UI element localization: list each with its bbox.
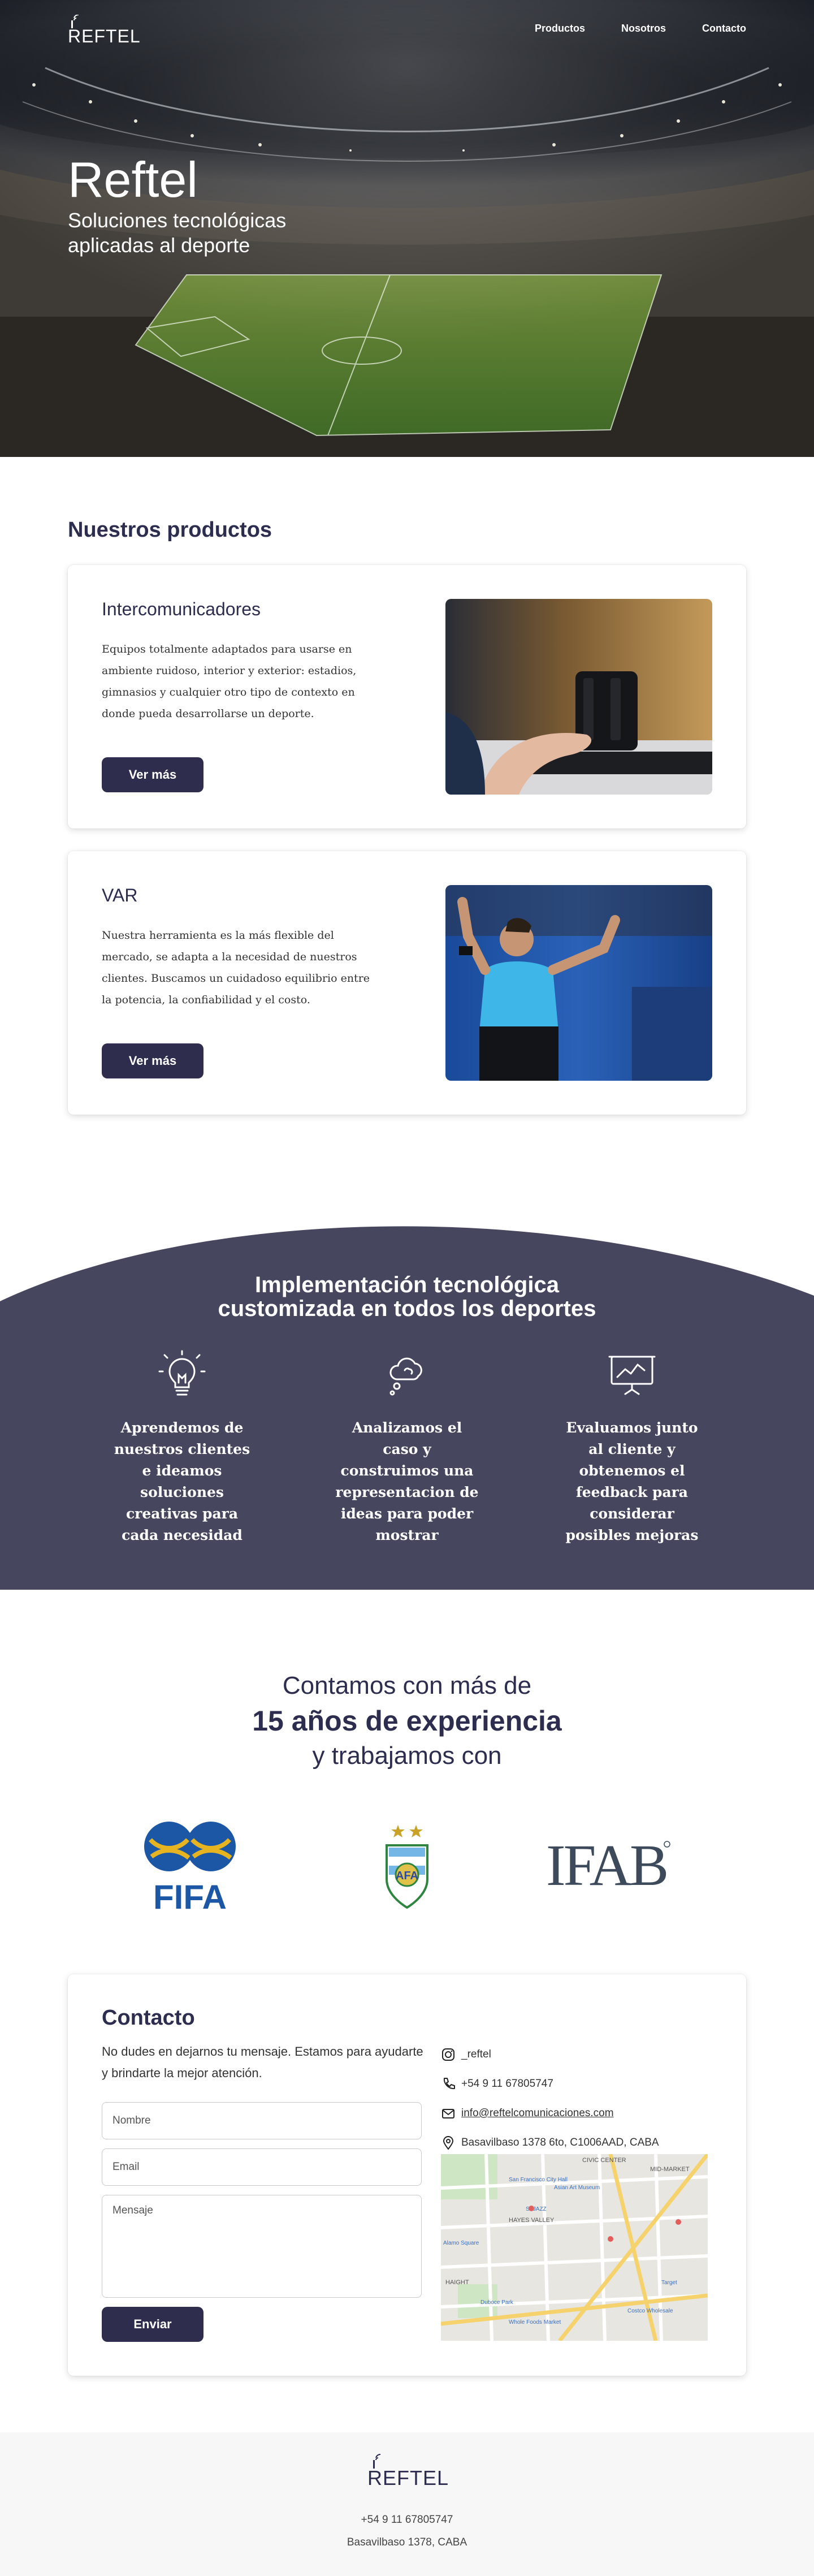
hero-subtitle: Soluciones tecnológicas aplicadas al dep… (68, 209, 287, 257)
fifa-wordmark: FIFA (153, 1878, 227, 1913)
map-label: Whole Foods Market (509, 2319, 561, 2325)
message-field[interactable] (102, 2195, 422, 2298)
hero-section: REFTEL Productos Nosotros Contacto Refte… (0, 0, 814, 457)
contact-intro: No dudes en dejarnos tu mensaje. Estamos… (102, 2044, 423, 2080)
logo[interactable]: REFTEL (68, 15, 140, 46)
intercom-photo (445, 599, 712, 795)
fifa-logo: FIFA (144, 1822, 236, 1913)
map-label: MID-MARKET (650, 2166, 690, 2173)
afa-wordmark: AFA (396, 1870, 418, 1882)
instagram-handle[interactable]: _reftel (461, 2048, 491, 2061)
footer-logo[interactable]: REFTEL (367, 2454, 449, 2493)
referee-photo (445, 885, 712, 1081)
email-field[interactable] (102, 2148, 422, 2186)
step-text: Analizamos el caso y construimos una rep… (335, 1419, 479, 1543)
hero-title: Reftel (68, 152, 198, 208)
address-row: Basavilbaso 1378 6to, C1006AAD, CABA (441, 2128, 746, 2158)
phone-icon (443, 2078, 455, 2090)
top-nav: REFTEL Productos Nosotros Contacto (0, 0, 814, 62)
map-label: San Francisco City Hall (509, 2177, 568, 2183)
lightbulb-icon (158, 1350, 206, 1396)
nav-productos[interactable]: Productos (535, 23, 585, 34)
phone-row: +54 9 11 67805747 (441, 2069, 746, 2099)
product-card-intercom: Intercomunicadores Equipos totalmente ad… (68, 565, 746, 829)
process-title-line1: Implementación tecnológica (255, 1272, 559, 1297)
partner-logos: FIFA AFA IFAB (0, 1817, 814, 1919)
step-text: Evaluamos junto al cliente y obtenemos e… (565, 1419, 699, 1543)
ifab-logo: IFAB (546, 1833, 670, 1895)
afa-logo: AFA (386, 1825, 428, 1909)
nav-contacto[interactable]: Contacto (702, 23, 746, 34)
map-label: HAYES VALLEY (509, 2217, 555, 2224)
map-label: Alamo Square (443, 2240, 479, 2246)
product-card-var: VAR Nuestra herramienta es la más flexib… (68, 851, 746, 1115)
map-label: HAIGHT (445, 2279, 469, 2286)
process-step: Analizamos el caso y construimos una rep… (334, 1348, 480, 1546)
instagram-icon (442, 2048, 454, 2061)
footer-phone: +54 9 11 67805747 (361, 2514, 453, 2526)
address-text: Basavilbaso 1378 6to, C1006AAD, CABA (461, 2137, 659, 2148)
products-title: Nuestros productos (68, 518, 272, 542)
process-step: Aprendemos de nuestros clientes e ideamo… (109, 1348, 256, 1546)
footer-logo-text: REFTEL (367, 2466, 449, 2489)
instagram-row: _reftel (441, 2040, 746, 2069)
hero-text: Reftel Soluciones tecnológicas aplicadas… (68, 152, 362, 258)
phone-number[interactable]: +54 9 11 67805747 (461, 2078, 553, 2090)
name-field[interactable] (102, 2102, 422, 2139)
ver-mas-button[interactable]: Ver más (102, 1043, 204, 1078)
contact-section: Contacto No dudes en dejarnos tu mensaje… (0, 1974, 814, 2376)
map-label: Target (661, 2280, 677, 2286)
product-name: VAR (102, 885, 138, 905)
location-pin-icon (443, 2136, 454, 2150)
ver-mas-button[interactable]: Ver más (102, 757, 204, 792)
cloud-thought-icon (389, 1357, 422, 1396)
experience-line3: y trabajamos con (312, 1742, 502, 1770)
product-description: Nuestra herramienta es la más flexible d… (102, 929, 370, 1006)
nav-links: Productos Nosotros Contacto (535, 23, 746, 34)
contact-info: _reftel +54 9 11 67805747 info@reftelcom… (441, 2040, 746, 2158)
presentation-board-icon (608, 1356, 656, 1395)
mail-icon (442, 2109, 454, 2118)
send-button[interactable]: Enviar (102, 2307, 204, 2342)
step-text: Aprendemos de nuestros clientes e ideamo… (114, 1419, 250, 1543)
email-link[interactable]: info@reftelcomunicaciones.com (461, 2107, 614, 2120)
experience-section: Contamos con más de 15 años de experienc… (0, 1590, 814, 1974)
footer-address: Basavilbaso 1378, CABA (347, 2536, 467, 2548)
logo-text: REFTEL (68, 26, 141, 46)
experience-line2: 15 años de experiencia (252, 1705, 562, 1737)
product-description: Equipos totalmente adaptados para usarse… (102, 643, 357, 720)
footer: REFTEL +54 9 11 67805747 Basavilbaso 137… (0, 2432, 814, 2576)
map-label: Asian Art Museum (554, 2185, 600, 2191)
product-name: Intercomunicadores (102, 599, 261, 619)
nav-nosotros[interactable]: Nosotros (621, 23, 666, 34)
process-title-line2: customizada en todos los deportes (218, 1296, 596, 1321)
email-row: info@reftelcomunicaciones.com (441, 2099, 746, 2128)
products-section: Nuestros productos Intercomunicadores Eq… (0, 457, 814, 1171)
map-label: CIVIC CENTER (582, 2157, 626, 2164)
ifab-wordmark: IFAB (546, 1833, 666, 1895)
location-map[interactable]: CIVIC CENTER MID-MARKET HAYES VALLEY HAI… (441, 2154, 708, 2341)
process-title: Implementación tecnológica customizada e… (0, 1273, 814, 1321)
process-section: Implementación tecnológica customizada e… (0, 1216, 814, 1590)
experience-line1: Contamos con más de (282, 1672, 532, 1699)
contact-card: Contacto No dudes en dejarnos tu mensaje… (68, 1974, 746, 2376)
map-label: Costco Wholesale (627, 2308, 673, 2314)
contact-title: Contacto (102, 2006, 195, 2030)
process-step: Evaluamos junto al cliente y obtenemos e… (558, 1348, 705, 1546)
map-label: Duboce Park (480, 2299, 514, 2306)
